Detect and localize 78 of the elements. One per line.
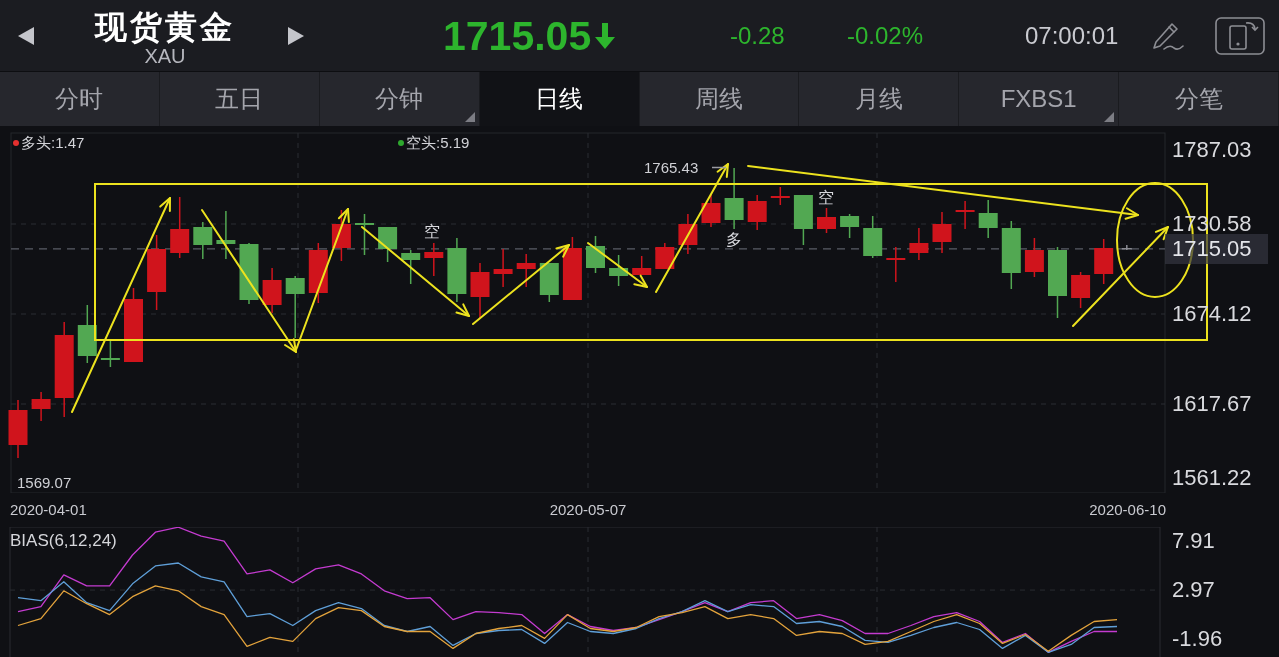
corner-triangle-icon xyxy=(464,112,475,122)
rising-candlestick xyxy=(747,194,767,231)
signal-label: 空 xyxy=(424,222,440,240)
rising-candlestick xyxy=(424,242,444,277)
falling-candlestick xyxy=(1001,220,1021,290)
falling-candlestick xyxy=(77,304,97,364)
falling-candlestick xyxy=(239,242,259,305)
falling-candlestick xyxy=(724,167,744,230)
falling-candlestick xyxy=(793,194,813,246)
corner-triangle-icon xyxy=(1104,112,1115,122)
signal-label: 空 xyxy=(818,188,834,206)
falling-candlestick xyxy=(840,213,860,239)
falling-candlestick xyxy=(863,215,883,259)
rising-candlestick xyxy=(1094,238,1114,285)
caret-left-icon[interactable] xyxy=(18,26,34,45)
tab[interactable]: 日线 xyxy=(479,72,640,126)
falling-candlestick xyxy=(978,199,998,239)
falling-candlestick xyxy=(355,213,374,256)
axis-tick-label: 1787.03 xyxy=(1171,139,1253,161)
falling-candlestick xyxy=(100,339,120,368)
rising-candlestick xyxy=(1071,271,1091,309)
rising-candlestick xyxy=(886,246,906,283)
rising-candlestick xyxy=(655,242,675,270)
trend-arrow xyxy=(587,242,648,288)
axis-tick-label: 1561.22 xyxy=(1171,467,1253,489)
rising-candlestick xyxy=(817,207,836,234)
current-price-label: 1715.05 xyxy=(1165,234,1268,264)
falling-candlestick xyxy=(216,210,236,260)
candlestick xyxy=(1121,244,1132,251)
rising-candlestick xyxy=(932,211,952,254)
axis-tick-label: 1617.67 xyxy=(1171,393,1253,415)
rising-candlestick xyxy=(493,248,513,288)
rising-candlestick xyxy=(770,186,790,206)
falling-candlestick xyxy=(401,249,421,285)
update-time: 07:00:01 xyxy=(1025,21,1120,50)
axis-tick-label: 2.97 xyxy=(1172,579,1215,602)
legend-label: 多头:1.47 xyxy=(21,133,85,153)
high-price-label: 1765.43 xyxy=(644,158,699,176)
date-label: 2020-04-01 xyxy=(10,501,87,519)
percent-change: -0.02% xyxy=(847,21,925,50)
rising-candlestick xyxy=(678,213,698,255)
signal-label: 多 xyxy=(726,230,742,248)
caret-right-icon[interactable] xyxy=(288,26,304,45)
indicator-title: BIAS(6,12,24) xyxy=(10,530,117,552)
rising-candlestick xyxy=(308,242,328,304)
date-label: 2020-05-07 xyxy=(549,501,627,519)
rising-candlestick xyxy=(701,194,721,228)
leader-line xyxy=(711,166,727,169)
falling-candlestick xyxy=(285,275,305,339)
rising-candlestick xyxy=(632,255,652,276)
rising-candlestick xyxy=(516,253,536,288)
axis-tick-label: 7.91 xyxy=(1172,530,1215,552)
rising-candlestick xyxy=(262,267,282,314)
rising-candlestick xyxy=(170,196,190,259)
rising-candlestick xyxy=(470,262,490,319)
date-label: 2020-06-10 xyxy=(1089,501,1166,519)
pen-icon[interactable] xyxy=(1150,20,1186,51)
falling-candlestick xyxy=(539,262,559,303)
rising-candlestick xyxy=(31,391,51,422)
falling-candlestick xyxy=(378,226,398,263)
instrument-symbol: XAU xyxy=(144,44,186,67)
rising-candlestick xyxy=(331,209,351,262)
rising-candlestick xyxy=(909,227,929,261)
price-change: -0.28 xyxy=(730,21,786,50)
falling-candlestick xyxy=(447,237,467,303)
legend-label: 空头:5.19 xyxy=(406,133,470,153)
falling-candlestick xyxy=(609,254,629,287)
screen-rotate-icon[interactable] xyxy=(1215,16,1265,55)
rising-candlestick xyxy=(8,399,28,459)
rising-candlestick xyxy=(955,200,975,230)
low-price-label: 1569.07 xyxy=(17,473,72,491)
instrument-title: 现货黄金 xyxy=(95,8,235,45)
last-price: 1715.05 xyxy=(443,12,592,59)
rising-candlestick xyxy=(1024,237,1044,278)
rising-candlestick xyxy=(562,236,582,301)
falling-candlestick xyxy=(586,235,605,274)
axis-tick-label: -1.96 xyxy=(1172,628,1223,650)
falling-candlestick xyxy=(193,221,213,260)
